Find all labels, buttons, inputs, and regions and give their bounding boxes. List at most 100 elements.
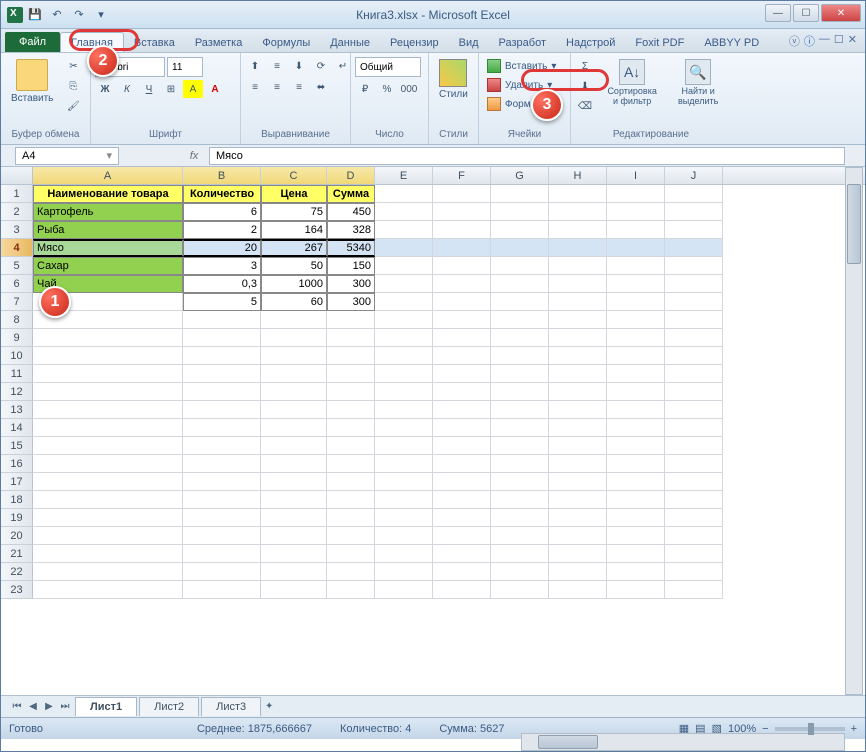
cell-I20[interactable]	[607, 527, 665, 545]
sheet-nav-next-icon[interactable]: ▶	[41, 699, 57, 715]
cell-H22[interactable]	[549, 563, 607, 581]
cell-C23[interactable]	[261, 581, 327, 599]
row-header-11[interactable]: 11	[1, 365, 33, 383]
row-header-12[interactable]: 12	[1, 383, 33, 401]
cell-D7[interactable]: 300	[327, 293, 375, 311]
cell-C21[interactable]	[261, 545, 327, 563]
cell-E2[interactable]	[375, 203, 433, 221]
cell-A9[interactable]	[33, 329, 183, 347]
cell-F2[interactable]	[433, 203, 491, 221]
cell-G22[interactable]	[491, 563, 549, 581]
cell-C1[interactable]: Цена	[261, 185, 327, 203]
vscroll-thumb[interactable]	[847, 184, 861, 264]
row-header-20[interactable]: 20	[1, 527, 33, 545]
cell-B6[interactable]: 0,3	[183, 275, 261, 293]
cell-D8[interactable]	[327, 311, 375, 329]
cell-E11[interactable]	[375, 365, 433, 383]
cell-A19[interactable]	[33, 509, 183, 527]
cell-A10[interactable]	[33, 347, 183, 365]
fill-icon[interactable]: ⬇	[575, 77, 595, 95]
row-header-7[interactable]: 7	[1, 293, 33, 311]
row-header-23[interactable]: 23	[1, 581, 33, 599]
row-header-21[interactable]: 21	[1, 545, 33, 563]
italic-icon[interactable]: К	[117, 80, 137, 98]
cell-B5[interactable]: 3	[183, 257, 261, 275]
cell-I17[interactable]	[607, 473, 665, 491]
col-header-H[interactable]: H	[549, 167, 607, 184]
cell-J9[interactable]	[665, 329, 723, 347]
cell-I5[interactable]	[607, 257, 665, 275]
paste-button[interactable]: Вставить	[5, 57, 59, 106]
cell-B18[interactable]	[183, 491, 261, 509]
cell-B11[interactable]	[183, 365, 261, 383]
cell-D14[interactable]	[327, 419, 375, 437]
cell-D11[interactable]	[327, 365, 375, 383]
orientation-icon[interactable]: ⟳	[311, 57, 331, 75]
sheet-tab-3[interactable]: Лист3	[201, 697, 261, 716]
cell-A3[interactable]: Рыба	[33, 221, 183, 239]
cell-F4[interactable]	[433, 239, 491, 257]
tab-abbyy[interactable]: ABBYY PD	[694, 33, 769, 52]
cell-G8[interactable]	[491, 311, 549, 329]
cell-H20[interactable]	[549, 527, 607, 545]
cell-H21[interactable]	[549, 545, 607, 563]
insert-cells-button[interactable]: Вставить▾	[483, 57, 560, 75]
cell-G9[interactable]	[491, 329, 549, 347]
cell-C18[interactable]	[261, 491, 327, 509]
cell-A21[interactable]	[33, 545, 183, 563]
underline-icon[interactable]: Ч	[139, 80, 159, 98]
cell-I4[interactable]	[607, 239, 665, 257]
cell-A14[interactable]	[33, 419, 183, 437]
cell-D22[interactable]	[327, 563, 375, 581]
cell-F9[interactable]	[433, 329, 491, 347]
cell-I7[interactable]	[607, 293, 665, 311]
cell-G7[interactable]	[491, 293, 549, 311]
cell-F22[interactable]	[433, 563, 491, 581]
number-format-select[interactable]	[355, 57, 421, 77]
cell-E17[interactable]	[375, 473, 433, 491]
doc-close-icon[interactable]: ✕	[848, 33, 857, 49]
cell-E6[interactable]	[375, 275, 433, 293]
cell-E23[interactable]	[375, 581, 433, 599]
sheet-nav-last-icon[interactable]: ⏭	[57, 699, 73, 715]
cell-H13[interactable]	[549, 401, 607, 419]
cell-H14[interactable]	[549, 419, 607, 437]
cell-J15[interactable]	[665, 437, 723, 455]
cell-A16[interactable]	[33, 455, 183, 473]
cell-D17[interactable]	[327, 473, 375, 491]
cell-J12[interactable]	[665, 383, 723, 401]
cell-C8[interactable]	[261, 311, 327, 329]
cell-A5[interactable]: Сахар	[33, 257, 183, 275]
cell-I11[interactable]	[607, 365, 665, 383]
sheet-tab-1[interactable]: Лист1	[75, 697, 137, 716]
cell-H17[interactable]	[549, 473, 607, 491]
cell-G3[interactable]	[491, 221, 549, 239]
cell-B15[interactable]	[183, 437, 261, 455]
cell-J18[interactable]	[665, 491, 723, 509]
cell-I8[interactable]	[607, 311, 665, 329]
cell-J13[interactable]	[665, 401, 723, 419]
fx-icon[interactable]: fx	[179, 150, 209, 162]
cell-I23[interactable]	[607, 581, 665, 599]
cell-J14[interactable]	[665, 419, 723, 437]
cell-B14[interactable]	[183, 419, 261, 437]
tab-data[interactable]: Данные	[320, 33, 380, 52]
cell-H11[interactable]	[549, 365, 607, 383]
cell-I9[interactable]	[607, 329, 665, 347]
cell-C20[interactable]	[261, 527, 327, 545]
cell-F14[interactable]	[433, 419, 491, 437]
cell-H12[interactable]	[549, 383, 607, 401]
row-header-9[interactable]: 9	[1, 329, 33, 347]
cell-H2[interactable]	[549, 203, 607, 221]
cell-G5[interactable]	[491, 257, 549, 275]
formula-bar[interactable]	[209, 147, 845, 165]
cell-H6[interactable]	[549, 275, 607, 293]
cell-H4[interactable]	[549, 239, 607, 257]
cell-J17[interactable]	[665, 473, 723, 491]
sheet-nav-first-icon[interactable]: ⏮	[9, 699, 25, 715]
row-header-4[interactable]: 4	[1, 239, 33, 257]
cell-D3[interactable]: 328	[327, 221, 375, 239]
select-all-corner[interactable]	[1, 167, 33, 184]
cell-F5[interactable]	[433, 257, 491, 275]
cell-G10[interactable]	[491, 347, 549, 365]
